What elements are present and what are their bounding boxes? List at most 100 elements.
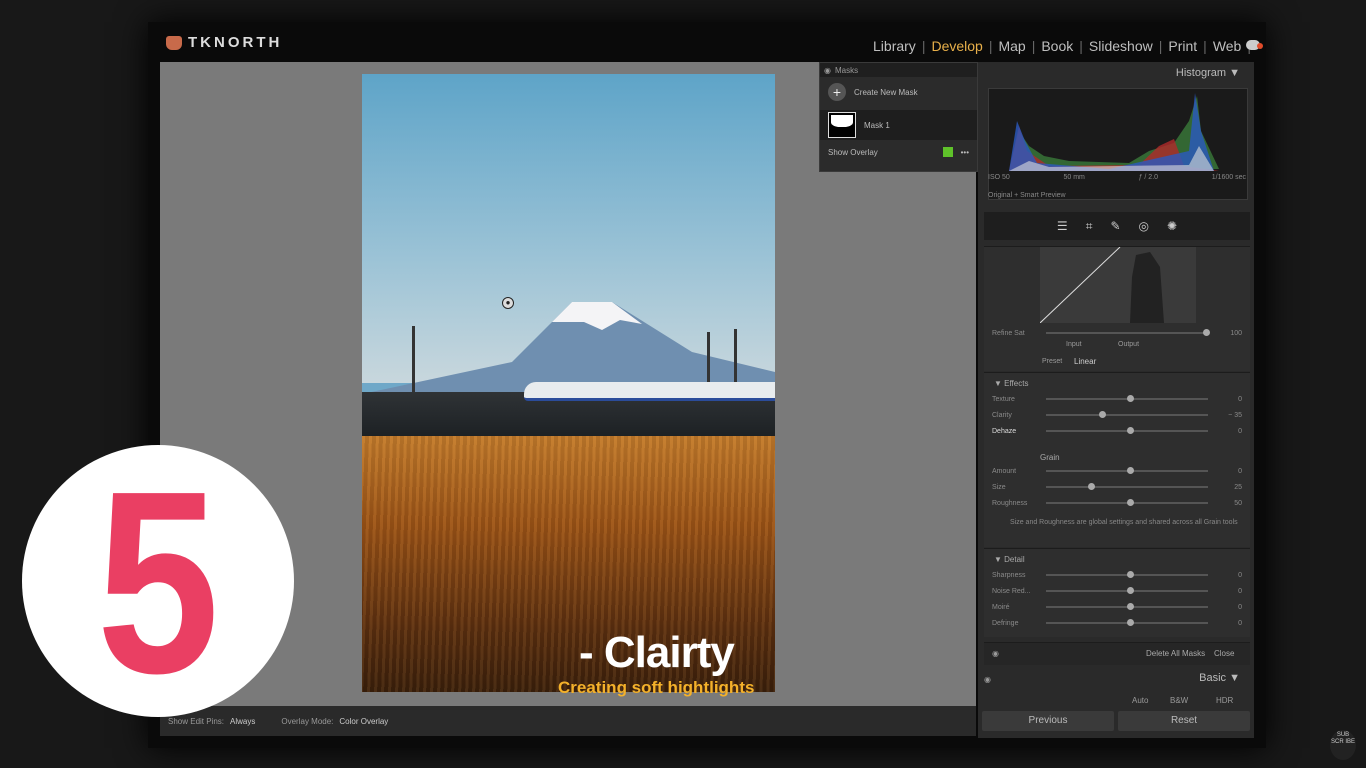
masks-panel: ◉ Masks + Create New Mask Mask 1 Show Ove… bbox=[819, 62, 978, 172]
module-book[interactable]: Book bbox=[1038, 38, 1076, 54]
refine-sat-slider[interactable]: Refine Sat 100 bbox=[992, 327, 1242, 339]
brand-logo: TKNORTH bbox=[166, 34, 282, 51]
grain-header: Grain bbox=[1040, 453, 1060, 462]
effects-slider-value[interactable]: 0 bbox=[1208, 428, 1242, 435]
more-icon[interactable]: ••• bbox=[961, 148, 969, 157]
effects-slider-0[interactable]: Texture 0 bbox=[992, 393, 1242, 405]
effects-slider-value[interactable]: − 35 bbox=[1208, 412, 1242, 419]
grain-slider-knob[interactable] bbox=[1127, 467, 1134, 474]
tiger-logo-icon bbox=[166, 35, 182, 50]
detail-slider-value[interactable]: 0 bbox=[1208, 620, 1242, 627]
cloud-sync-icon[interactable] bbox=[1246, 40, 1263, 50]
subscribe-button[interactable]: SUB SCR IBE bbox=[1330, 730, 1356, 760]
smart-preview-status[interactable]: Original + Smart Preview bbox=[988, 192, 1066, 199]
basic-header[interactable]: Basic ▼ bbox=[1199, 672, 1240, 684]
auto-button[interactable]: Auto bbox=[1132, 696, 1148, 705]
grain-slider-value[interactable]: 0 bbox=[1208, 468, 1242, 475]
effects-slider-knob[interactable] bbox=[1099, 411, 1107, 418]
grain-slider-knob[interactable] bbox=[1088, 483, 1096, 490]
basic-eye-icon[interactable]: ◉ bbox=[984, 675, 991, 684]
detail-slider-3[interactable]: Defringe 0 bbox=[992, 617, 1242, 629]
logo-text: TKNORTH bbox=[188, 34, 283, 51]
mask-1-label: Mask 1 bbox=[864, 120, 890, 130]
detail-slider-value[interactable]: 0 bbox=[1208, 588, 1242, 595]
photo-preview[interactable] bbox=[362, 74, 775, 692]
effects-slider-label: Dehaze bbox=[992, 427, 1017, 435]
histogram-chart bbox=[988, 88, 1248, 200]
masks-title: Masks bbox=[834, 65, 859, 75]
detail-slider-value[interactable]: 0 bbox=[1208, 572, 1242, 579]
mask-visibility-icon[interactable]: ◉ bbox=[992, 649, 999, 658]
close-masks-button[interactable]: Close bbox=[1214, 649, 1234, 658]
grain-slider-value[interactable]: 25 bbox=[1208, 484, 1242, 491]
redeye-icon[interactable]: ◎ bbox=[1139, 219, 1149, 233]
module-print[interactable]: Print bbox=[1165, 38, 1200, 54]
show-overlay-label[interactable]: Show Overlay bbox=[828, 148, 878, 157]
overlay-color-swatch[interactable] bbox=[942, 147, 953, 157]
grain-slider-value[interactable]: 50 bbox=[1208, 500, 1242, 507]
photo-train bbox=[524, 382, 775, 401]
detail-slider-1[interactable]: Noise Red... 0 bbox=[992, 585, 1242, 597]
effects-slider-knob[interactable] bbox=[1127, 395, 1134, 402]
create-mask-label[interactable]: Create New Mask bbox=[854, 88, 918, 97]
delete-all-masks-button[interactable]: Delete All Masks bbox=[1146, 649, 1205, 658]
crop-icon[interactable]: ⌗ bbox=[1086, 219, 1093, 234]
right-panel: Histogram ▼ ISO 50 50 mm ƒ / 2.0 1/1600 sec… bbox=[978, 62, 1254, 738]
histogram-title[interactable]: Histogram ▼ bbox=[1176, 67, 1240, 79]
grain-slider-label: Amount bbox=[992, 467, 1017, 475]
heal-icon[interactable]: ✎ bbox=[1110, 219, 1120, 233]
effects-slider-label: Texture bbox=[992, 395, 1015, 403]
previous-button[interactable]: Previous bbox=[982, 711, 1114, 731]
detail-slider-knob[interactable] bbox=[1127, 619, 1134, 626]
step-number-badge: 5 bbox=[22, 445, 294, 717]
detail-slider-2[interactable]: Moiré 0 bbox=[992, 601, 1242, 613]
effects-header[interactable]: ▼ Effects bbox=[994, 379, 1028, 388]
mask-pin-icon[interactable]: ● bbox=[502, 297, 514, 309]
output-label: Output bbox=[1118, 341, 1140, 348]
detail-slider-label: Noise Red... bbox=[992, 587, 1031, 595]
input-label: Input bbox=[1066, 341, 1082, 348]
module-slideshow[interactable]: Slideshow bbox=[1086, 38, 1156, 54]
grain-slider-knob[interactable] bbox=[1127, 499, 1134, 506]
preset-label: Preset bbox=[1042, 358, 1063, 365]
grain-slider-0[interactable]: Amount 0 bbox=[992, 465, 1242, 477]
detail-slider-value[interactable]: 0 bbox=[1208, 604, 1242, 611]
grain-slider-1[interactable]: Size 25 bbox=[992, 481, 1242, 493]
create-mask-button[interactable]: + bbox=[828, 83, 846, 101]
effects-slider-label: Clarity bbox=[992, 411, 1012, 419]
detail-slider-knob[interactable] bbox=[1127, 587, 1134, 594]
grain-note: Size and Roughness are global settings a… bbox=[1010, 519, 1238, 526]
grain-slider-2[interactable]: Roughness 50 bbox=[992, 497, 1242, 509]
edit-sliders-icon[interactable]: ☰ bbox=[1057, 219, 1068, 233]
detail-slider-0[interactable]: Sharpness 0 bbox=[992, 569, 1242, 581]
masking-icon[interactable]: ✺ bbox=[1167, 219, 1177, 233]
mask-1-item[interactable]: Mask 1 bbox=[820, 110, 977, 140]
mask-actions-bar: ◉ Delete All Masks Close bbox=[984, 642, 1250, 665]
detail-slider-label: Moiré bbox=[992, 603, 1010, 611]
hdr-button[interactable]: HDR bbox=[1216, 696, 1233, 705]
detail-slider-knob[interactable] bbox=[1127, 571, 1134, 578]
caption-subtitle: Creating soft hightlights bbox=[558, 678, 755, 697]
detail-header[interactable]: ▼ Detail bbox=[994, 555, 1025, 564]
detail-slider-knob[interactable] bbox=[1127, 603, 1134, 610]
module-develop[interactable]: Develop bbox=[928, 38, 985, 54]
edit-pins-select[interactable]: Always bbox=[230, 717, 255, 726]
bottom-toolbar: Show Edit Pins: Always Overlay Mode: Col… bbox=[160, 706, 976, 736]
effects-section: ▼ Effects Texture 0 Clarity − 35 Dehaze 0 Gra… bbox=[984, 372, 1250, 547]
preset-select[interactable]: Linear bbox=[1074, 357, 1096, 366]
effects-slider-1[interactable]: Clarity − 35 bbox=[992, 409, 1242, 421]
detail-section: ▼ Detail Sharpness 0 Noise Red... 0 Moiré 0 De… bbox=[984, 548, 1250, 637]
detail-slider-label: Defringe bbox=[992, 619, 1019, 627]
module-library[interactable]: Library bbox=[870, 38, 919, 54]
caption-title: - Clairty bbox=[579, 628, 735, 677]
eye-icon[interactable]: ◉ bbox=[824, 66, 831, 75]
module-map[interactable]: Map bbox=[995, 38, 1028, 54]
effects-slider-2[interactable]: Dehaze 0 bbox=[992, 425, 1242, 437]
effects-slider-knob[interactable] bbox=[1127, 427, 1134, 434]
tone-curve-graph[interactable] bbox=[1040, 247, 1196, 323]
module-web[interactable]: Web bbox=[1210, 38, 1245, 54]
overlay-mode-select[interactable]: Color Overlay bbox=[339, 717, 388, 726]
effects-slider-value[interactable]: 0 bbox=[1208, 396, 1242, 403]
bw-button[interactable]: B&W bbox=[1170, 696, 1188, 705]
reset-button[interactable]: Reset bbox=[1118, 711, 1250, 731]
